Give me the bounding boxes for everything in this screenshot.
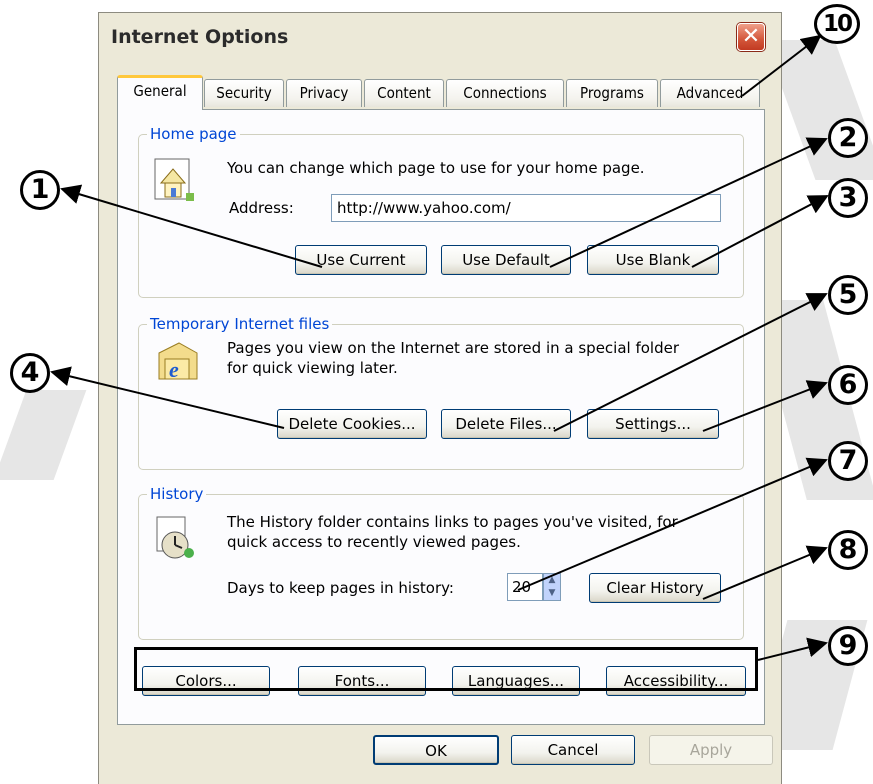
address-label: Address:	[229, 199, 294, 217]
window-title: Internet Options	[111, 26, 289, 48]
callout-1: 1	[20, 170, 60, 210]
tab-programs[interactable]: Programs	[566, 79, 658, 107]
tab-security[interactable]: Security	[204, 79, 284, 107]
temporary-files-group: Temporary Internet files e Pages you vie…	[138, 315, 744, 470]
bottom-buttons-highlight-box	[134, 647, 758, 691]
tab-connections[interactable]: Connections	[446, 79, 564, 107]
temporary-files-group-label: Temporary Internet files	[147, 315, 333, 333]
ie-folder-icon: e	[158, 342, 198, 382]
use-current-button[interactable]: Use Current	[295, 245, 427, 275]
home-page-description: You can change which page to use for you…	[227, 159, 645, 177]
home-page-group: Home page You can change which page to u…	[138, 125, 744, 298]
apply-button[interactable]: Apply	[649, 735, 773, 765]
temporary-files-description-line1: Pages you view on the Internet are store…	[227, 339, 680, 357]
days-to-keep-label: Days to keep pages in history:	[227, 579, 454, 597]
callout-9: 9	[828, 626, 868, 666]
callout-5: 5	[828, 275, 868, 315]
delete-cookies-button[interactable]: Delete Cookies...	[277, 409, 427, 439]
home-page-group-label: Home page	[147, 125, 240, 143]
close-button[interactable]: ✕	[737, 23, 765, 51]
history-clock-icon	[156, 516, 194, 559]
home-page-icon	[154, 158, 194, 201]
tab-privacy[interactable]: Privacy	[286, 79, 362, 107]
history-description-line1: The History folder contains links to pag…	[227, 513, 678, 531]
callout-2: 2	[828, 118, 868, 158]
svg-text:e: e	[169, 357, 179, 382]
cancel-button[interactable]: Cancel	[511, 735, 635, 765]
callout-10: 10	[814, 4, 860, 44]
history-description-line2: quick access to recently viewed pages.	[227, 533, 521, 551]
history-group-label: History	[147, 485, 207, 503]
callout-3: 3	[828, 178, 868, 218]
tab-content[interactable]: Content	[364, 79, 444, 107]
title-bar[interactable]: Internet Options ✕	[99, 13, 781, 59]
days-spinner[interactable]: ▲ ▼	[543, 573, 561, 601]
callout-8: 8	[828, 530, 868, 570]
ok-button[interactable]: OK	[373, 735, 499, 765]
use-default-button[interactable]: Use Default	[441, 245, 571, 275]
callout-4: 4	[10, 353, 50, 393]
settings-button[interactable]: Settings...	[587, 409, 719, 439]
clear-history-button[interactable]: Clear History	[589, 573, 721, 603]
tab-advanced[interactable]: Advanced	[660, 79, 760, 107]
address-input[interactable]: http://www.yahoo.com/	[331, 194, 721, 222]
delete-files-button[interactable]: Delete Files...	[441, 409, 571, 439]
spin-down-icon[interactable]: ▼	[544, 587, 560, 600]
callout-7: 7	[828, 441, 868, 481]
watermark-stroke	[0, 390, 87, 480]
use-blank-button[interactable]: Use Blank	[587, 245, 719, 275]
general-tab-panel: Home page You can change which page to u…	[117, 109, 765, 725]
history-group: History The History folder contains link…	[138, 485, 744, 640]
days-to-keep-input[interactable]: 20	[507, 573, 543, 601]
spin-up-icon[interactable]: ▲	[544, 574, 560, 587]
tab-general[interactable]: General	[117, 75, 203, 110]
temporary-files-description-line2: for quick viewing later.	[227, 359, 398, 377]
callout-6: 6	[828, 365, 868, 405]
